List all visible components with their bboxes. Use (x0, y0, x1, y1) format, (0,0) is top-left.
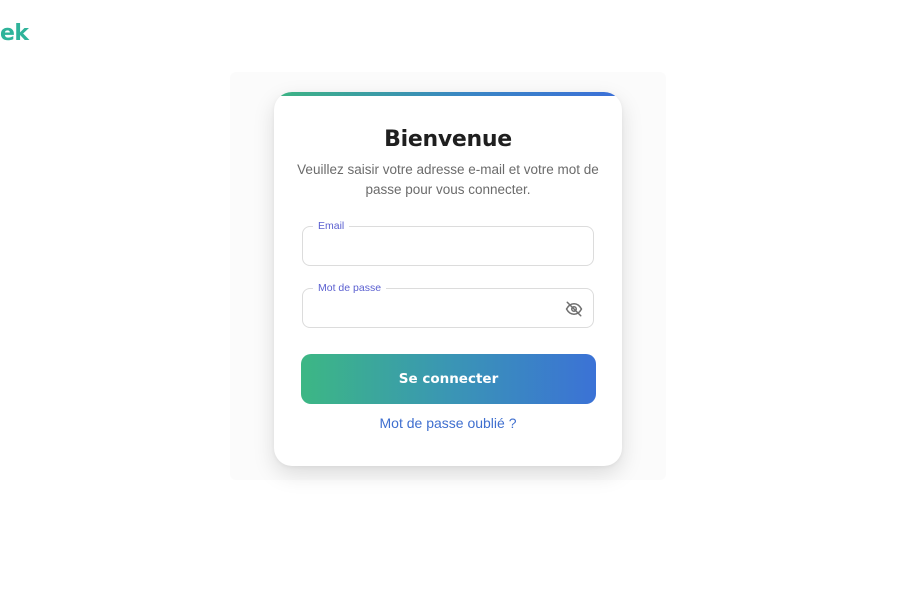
email-label: Email (313, 219, 350, 233)
email-input[interactable] (315, 235, 559, 261)
login-card: Bienvenue Veuillez saisir votre adresse … (274, 92, 622, 466)
login-subtitle: Veuillez saisir votre adresse e-mail et … (297, 162, 599, 197)
email-field[interactable]: Email (302, 219, 594, 266)
card-accent-bar (274, 92, 622, 96)
forgot-password-link[interactable]: Mot de passe oublié ? (274, 413, 622, 433)
password-input[interactable] (315, 297, 559, 323)
page-title: Bienvenue (384, 127, 512, 152)
brand-logo[interactable]: ek (0, 20, 29, 48)
eye-off-icon[interactable] (565, 300, 583, 318)
login-button[interactable]: Se connecter (301, 354, 596, 404)
password-label: Mot de passe (313, 281, 387, 295)
password-field[interactable]: Mot de passe (302, 281, 594, 328)
